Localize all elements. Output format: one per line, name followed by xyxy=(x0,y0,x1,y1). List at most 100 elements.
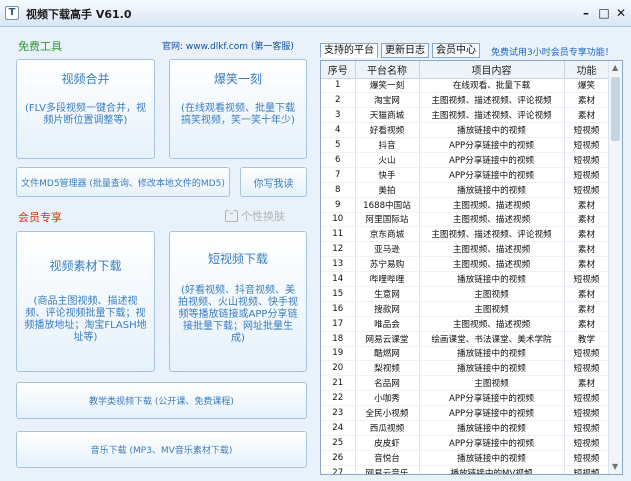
table-row[interactable]: 24 西瓜视频 播放链接中的视频 短视频 xyxy=(321,420,610,436)
table-row[interactable]: 16 搜款网 主图视频 素材 xyxy=(321,301,610,317)
table-row[interactable]: 25 皮皮虾 APP分享链接中的视频 短视频 xyxy=(321,435,610,451)
funny-moments-button[interactable]: 爆笑一刻 (在线观看视频、批量下载搞笑视频，笑一笑十年少) xyxy=(169,59,307,159)
cell-index: 3 xyxy=(321,107,356,124)
tile-description: (商品主图视频、描述视频、评论视频批量下载；视频播放地址；淘宝FLASH地址等) xyxy=(24,296,147,343)
table-row[interactable]: 11 京东商城 主图视频、描述视频、评论视频 素材 xyxy=(321,226,610,243)
table-row[interactable]: 7 快手 APP分享链接中的视频 短视频 xyxy=(321,167,610,183)
cell-platform: 皮皮虾 xyxy=(355,435,420,451)
video-merge-button[interactable]: 视频合并 (FLV多段视频一键合并，视频片断位置调整等) xyxy=(16,59,155,159)
scroll-up-icon[interactable]: ▲ xyxy=(612,64,620,72)
cell-function: 短视频 xyxy=(564,137,610,153)
tab-changelog[interactable]: 更新日志 xyxy=(381,43,429,58)
cell-function: 短视频 xyxy=(564,405,610,421)
table-row[interactable]: 1 爆笑一刻 在线观看、批量下载 爆笑 xyxy=(321,78,610,94)
cell-platform: 火山 xyxy=(355,152,420,168)
table-row[interactable]: 17 唯品会 主图视频、描述视频 素材 xyxy=(321,316,610,332)
table-row[interactable]: 6 火山 APP分享链接中的视频 短视频 xyxy=(321,152,610,168)
cell-content: 主图视频、描述视频 xyxy=(419,256,565,273)
table-row[interactable]: 12 亚马逊 主图视频、描述视频 素材 xyxy=(321,241,610,258)
music-download-button[interactable]: 音乐下载 (MP3、MV音乐素材下载) xyxy=(16,431,307,468)
table-row[interactable]: 15 生意网 主图视频 素材 xyxy=(321,286,610,302)
cell-function: 短视频 xyxy=(564,167,610,183)
maximize-button[interactable]: □ xyxy=(596,5,612,21)
col-header-platform[interactable]: 平台名称 xyxy=(355,61,420,79)
cell-function: 爆笑 xyxy=(564,78,610,94)
table-row[interactable]: 9 1688中国站 主图视频、描述视频 素材 xyxy=(321,197,610,213)
table-row[interactable]: 2 淘宝网 主图视频、描述视频、评论视频 素材 xyxy=(321,92,610,109)
cell-function: 短视频 xyxy=(564,182,610,198)
tile-title: 爆笑一刻 xyxy=(213,72,262,86)
table-row[interactable]: 21 名品网 主图视频 素材 xyxy=(321,375,610,392)
trial-promo-link[interactable]: 免费试用3小时会员专享功能！ xyxy=(491,45,614,58)
table-row[interactable]: 20 梨视频 播放链接中的视频 短视频 xyxy=(321,360,610,377)
table-row[interactable]: 10 阿里国际站 主图视频、描述视频 素材 xyxy=(321,212,610,228)
cell-content: 播放链接中的视频 xyxy=(419,346,565,362)
shirt-icon xyxy=(225,210,238,222)
cell-platform: 西瓜视频 xyxy=(355,420,420,436)
cell-index: 20 xyxy=(321,360,356,377)
cell-index: 2 xyxy=(321,92,356,109)
cell-function: 素材 xyxy=(564,301,610,317)
col-header-function[interactable]: 功能 xyxy=(564,61,610,79)
short-video-download-button[interactable]: 短视频下载 (好看视频、抖音视频、美拍视频、火山视频、快手视频等播放链接或APP… xyxy=(169,231,307,372)
cell-content: APP分享链接中的视频 xyxy=(419,152,565,168)
table-row[interactable]: 19 酷燃网 播放链接中的视频 短视频 xyxy=(321,346,610,362)
feedback-button[interactable]: 你写我读 xyxy=(240,167,307,197)
cell-index: 5 xyxy=(321,137,356,153)
cell-platform: 哔哩哔哩 xyxy=(355,271,420,287)
cell-content: 主图视频 xyxy=(419,375,565,392)
cell-index: 24 xyxy=(321,420,356,436)
cell-content: 主图视频、描述视频 xyxy=(419,241,565,258)
cell-function: 短视频 xyxy=(564,152,610,168)
cell-content: 播放链接中的视频 xyxy=(419,420,565,436)
cell-function: 素材 xyxy=(564,212,610,228)
cell-function: 素材 xyxy=(564,241,610,258)
skin-label: 个性换肤 xyxy=(241,210,285,223)
edu-video-download-button[interactable]: 教学类视频下载 (公开课、免费课程) xyxy=(16,382,307,419)
cell-content: APP分享链接中的视频 xyxy=(419,390,565,407)
table-row[interactable]: 18 网易云课堂 绘画课堂、书法课堂、美术学院 教学 xyxy=(321,331,610,347)
cell-content: APP分享链接中的视频 xyxy=(419,435,565,451)
cell-function: 短视频 xyxy=(564,390,610,407)
scroll-down-icon[interactable]: ▼ xyxy=(612,463,620,471)
cell-index: 18 xyxy=(321,331,356,347)
cell-function: 素材 xyxy=(564,316,610,332)
table-row[interactable]: 26 音悦台 播放链接中的视频 短视频 xyxy=(321,450,610,466)
cell-function: 素材 xyxy=(564,107,610,124)
table-row[interactable]: 14 哔哩哔哩 播放链接中的视频 短视频 xyxy=(321,271,610,287)
table-row[interactable]: 23 全民小视频 APP分享链接中的视频 短视频 xyxy=(321,405,610,421)
cell-content: APP分享链接中的视频 xyxy=(419,167,565,183)
cell-platform: 快手 xyxy=(355,167,420,183)
table-row[interactable]: 8 美拍 播放链接中的视频 短视频 xyxy=(321,182,610,198)
cell-content: APP分享链接中的视频 xyxy=(419,137,565,153)
md5-manager-button[interactable]: 文件MD5管理器 (批量查询、修改本地文件的MD5) xyxy=(16,167,230,197)
cell-index: 8 xyxy=(321,182,356,198)
scroll-thumb[interactable] xyxy=(611,77,620,141)
cell-index: 14 xyxy=(321,271,356,287)
website-link[interactable]: 官网: www.dlkf.com (第一客服) xyxy=(162,39,294,52)
table-row[interactable]: 5 抖音 APP分享链接中的视频 短视频 xyxy=(321,137,610,153)
cell-function: 素材 xyxy=(564,226,610,243)
tab-member-center[interactable]: 会员中心 xyxy=(432,43,480,58)
cell-platform: 小咖秀 xyxy=(355,390,420,407)
cell-index: 11 xyxy=(321,226,356,243)
skin-change-button[interactable]: 个性换肤 xyxy=(225,208,285,224)
col-header-index[interactable]: 序号 xyxy=(321,61,356,79)
col-header-content[interactable]: 项目内容 xyxy=(419,61,565,79)
tab-supported-platforms[interactable]: 支持的平台 xyxy=(320,43,378,58)
table-row[interactable]: 3 天猫商城 主图视频、描述视频、评论视频 素材 xyxy=(321,107,610,124)
tile-title: 短视频下载 xyxy=(207,252,268,266)
minimize-button[interactable]: – xyxy=(578,5,594,21)
cell-index: 6 xyxy=(321,152,356,168)
table-row[interactable]: 22 小咖秀 APP分享链接中的视频 短视频 xyxy=(321,390,610,407)
cell-function: 短视频 xyxy=(564,360,610,377)
close-button[interactable]: ✕ xyxy=(613,5,629,21)
cell-index: 26 xyxy=(321,450,356,466)
material-download-button[interactable]: 视频素材下载 (商品主图视频、描述视频、评论视频批量下载；视频播放地址；淘宝FL… xyxy=(16,231,155,372)
cell-content: 主图视频、描述视频、评论视频 xyxy=(419,226,565,243)
table-row[interactable]: 13 苏宁易购 主图视频、描述视频 素材 xyxy=(321,256,610,273)
vertical-scrollbar[interactable]: ▲ ▼ xyxy=(608,61,622,474)
table-row[interactable]: 4 好看视频 播放链接中的视频 短视频 xyxy=(321,122,610,139)
table-row[interactable]: 27 网易云音乐 播放链接中的MV视频 短视频 xyxy=(321,465,610,474)
cell-function: 短视频 xyxy=(564,450,610,466)
